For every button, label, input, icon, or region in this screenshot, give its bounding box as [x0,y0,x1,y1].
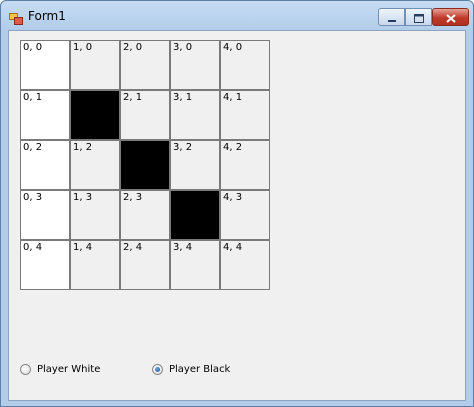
board-cell[interactable]: 0, 1 [20,90,70,140]
player-white-option[interactable]: Player White [20,361,100,377]
board-cell[interactable]: 3, 0 [170,40,220,90]
board-cell[interactable]: 3, 2 [170,140,220,190]
minimize-icon [387,8,397,27]
board-cell[interactable]: 1, 1 [70,90,120,140]
board-cell[interactable]: 3, 1 [170,90,220,140]
close-icon [445,8,456,27]
board-cell[interactable]: 2, 2 [120,140,170,190]
game-board: 0, 0 1, 0 2, 0 3, 0 4, 0 0, 1 1, 1 2, 1 3, 1 4, 1… [20,40,272,292]
board-cell[interactable]: 4, 4 [220,240,270,290]
board-cell[interactable]: 2, 4 [120,240,170,290]
maximize-icon [413,8,424,27]
player-white-label: Player White [37,363,101,375]
title-bar[interactable]: Form1 [1,1,473,29]
maximize-button[interactable] [405,8,432,26]
board-cell[interactable]: 0, 3 [20,190,70,240]
board-cell[interactable]: 0, 2 [20,140,70,190]
board-cell[interactable]: 4, 1 [220,90,270,140]
board-cell[interactable]: 2, 3 [120,190,170,240]
player-black-label: Player Black [169,363,231,375]
board-cell[interactable]: 1, 2 [70,140,120,190]
close-button[interactable] [432,8,469,26]
window-title: Form1 [28,9,66,23]
board-cell[interactable]: 2, 1 [120,90,170,140]
app-icon [9,10,23,25]
board-cell[interactable]: 4, 3 [220,190,270,240]
board-cell[interactable]: 3, 4 [170,240,220,290]
board-cell[interactable]: 0, 0 [20,40,70,90]
board-cell[interactable]: 0, 4 [20,240,70,290]
board-cell[interactable]: 1, 3 [70,190,120,240]
app-window: Form1 0, 0 1, 0 2, 0 3, 0 4, 0 0, 1 1, 1 2, 1 3,… [0,0,474,407]
board-cell[interactable]: 2, 0 [120,40,170,90]
board-cell[interactable]: 4, 0 [220,40,270,90]
form-client-area: 0, 0 1, 0 2, 0 3, 0 4, 0 0, 1 1, 1 2, 1 3, 1 4, 1… [8,30,466,401]
board-cell[interactable]: 4, 2 [220,140,270,190]
player-black-radio[interactable] [152,363,163,375]
player-black-option[interactable]: Player Black [152,361,230,377]
board-cell[interactable]: 3, 3 [170,190,220,240]
player-white-radio[interactable] [20,363,31,375]
board-cell[interactable]: 1, 4 [70,240,120,290]
minimize-button[interactable] [378,8,405,26]
board-cell[interactable]: 1, 0 [70,40,120,90]
